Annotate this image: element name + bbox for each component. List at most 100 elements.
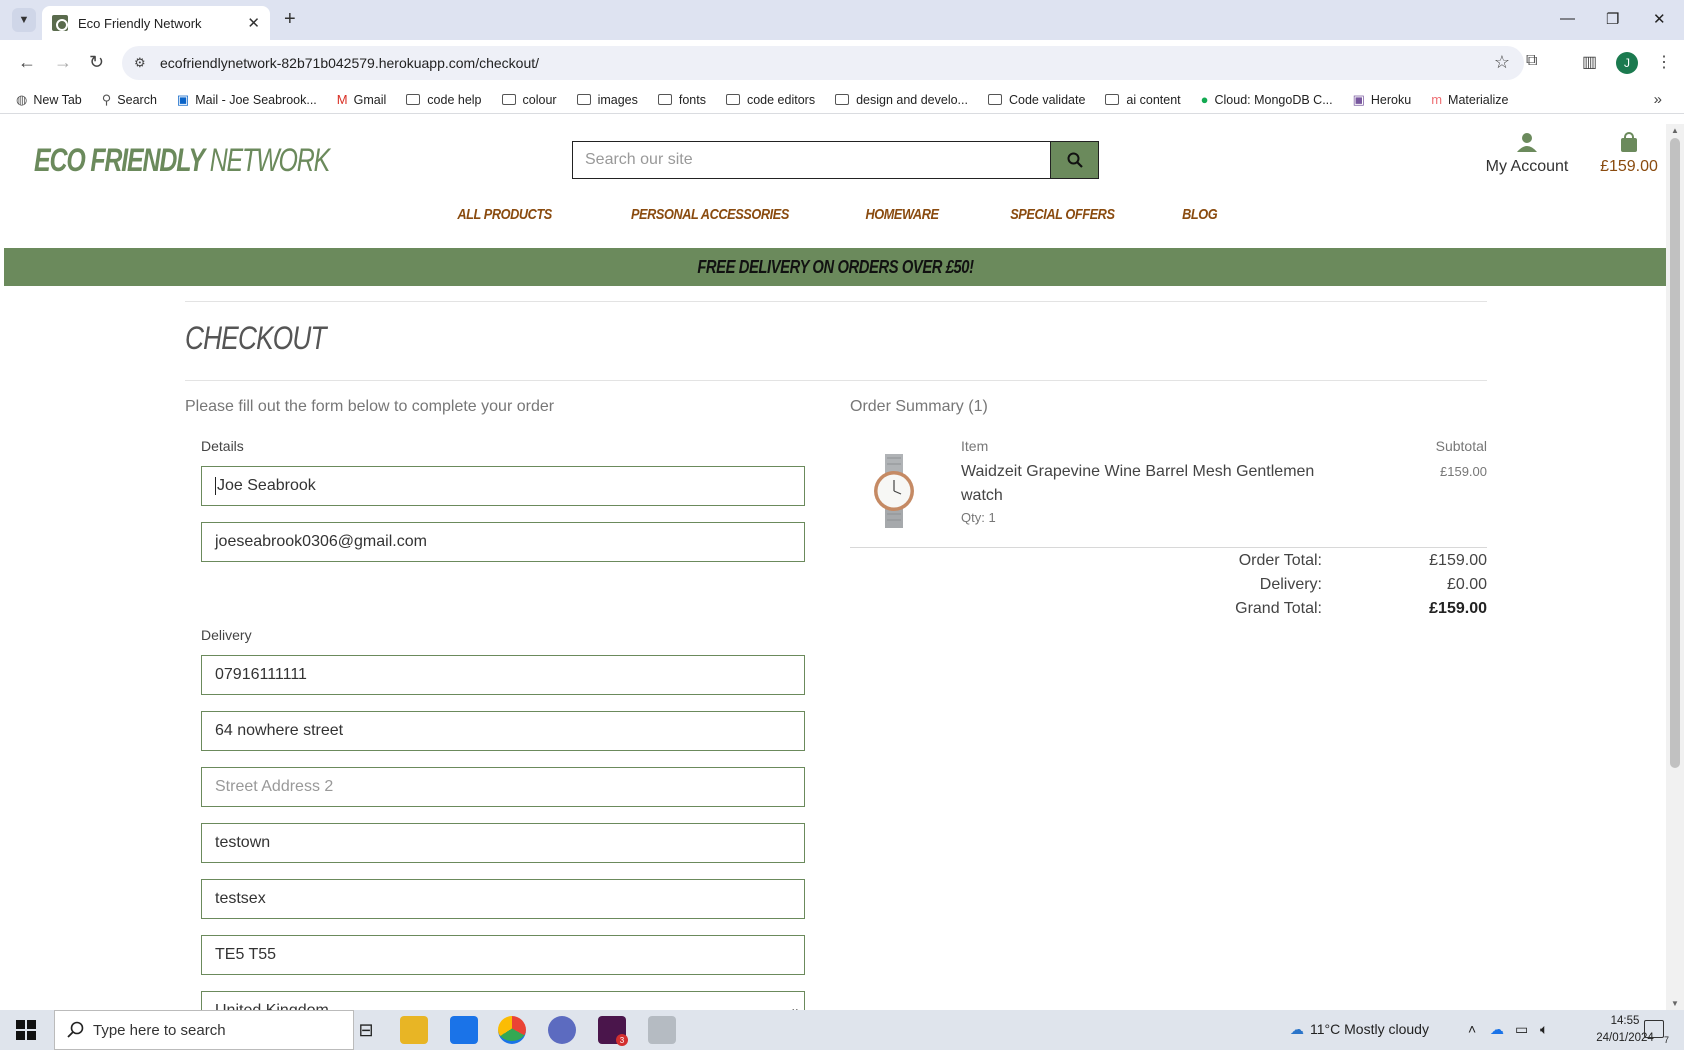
network-icon[interactable]: ▭: [1515, 1021, 1528, 1038]
item-column-header: Item: [961, 438, 989, 454]
bookmark-code-help[interactable]: code help: [406, 93, 482, 107]
bookmark-ai-content[interactable]: ai content: [1105, 93, 1181, 107]
menu-kebab-icon[interactable]: ⋮: [1656, 52, 1672, 72]
folder-icon: [1105, 94, 1120, 105]
product-image[interactable]: [864, 454, 924, 528]
taskbar-search[interactable]: Type here to search: [54, 1010, 354, 1050]
browser-tab[interactable]: Eco Friendly Network ✕: [42, 6, 270, 40]
weather-widget[interactable]: ☁ 11°C Mostly cloudy: [1290, 1021, 1429, 1038]
folder-icon: [835, 94, 850, 105]
bookmark-mongodb[interactable]: ● Cloud: MongoDB C...: [1201, 92, 1333, 107]
nav-blog[interactable]: BLOG: [1182, 206, 1218, 223]
folder-icon: [576, 94, 591, 105]
delivery-label: Delivery: [201, 627, 252, 643]
bookmark-gmail[interactable]: M Gmail: [337, 92, 387, 107]
subtotal-column-header: Subtotal: [1435, 438, 1487, 454]
main-nav: ALL PRODUCTS PERSONAL ACCESSORIES HOMEWA…: [4, 206, 1666, 223]
search-input[interactable]: [573, 142, 1050, 178]
show-hidden-icons[interactable]: ˄: [1468, 1021, 1476, 1037]
full-name-field[interactable]: Joe Seabrook: [201, 466, 805, 506]
account-label: My Account: [1485, 158, 1569, 175]
back-icon[interactable]: ←: [18, 52, 36, 73]
windows-start-icon[interactable]: [16, 1020, 36, 1040]
onedrive-icon[interactable]: ☁: [1490, 1021, 1504, 1038]
delivery-cost-value: £0.00: [1446, 576, 1487, 593]
scroll-up-icon[interactable]: ▲: [1671, 126, 1679, 135]
country-select[interactable]: United Kingdom ⌄: [201, 991, 805, 1010]
street-address-1-field[interactable]: 64 nowhere street: [201, 711, 805, 751]
email-field[interactable]: joeseabrook0306@gmail.com: [201, 522, 805, 562]
bookmark-fonts[interactable]: fonts: [657, 93, 706, 107]
close-tab-icon[interactable]: ✕: [247, 14, 260, 32]
folder-icon: [657, 94, 672, 105]
nav-personal-accessories[interactable]: PERSONAL ACCESSORIES: [631, 206, 789, 223]
tab-list-button[interactable]: ▼: [12, 8, 36, 32]
bookmark-new-tab[interactable]: ◍ New Tab: [16, 92, 82, 108]
order-total-label: Order Total:: [1238, 552, 1322, 569]
mongodb-icon: ●: [1200, 92, 1209, 107]
slack-icon[interactable]: 3: [598, 1016, 628, 1046]
bookmark-heroku[interactable]: ▣ Heroku: [1353, 92, 1412, 108]
county-field[interactable]: testsex: [201, 879, 805, 919]
profile-avatar[interactable]: J: [1616, 52, 1638, 74]
address-bar[interactable]: ⚙ ecofriendlynetwork-82b71b042579.heroku…: [122, 46, 1524, 80]
bookmark-search[interactable]: ⚲ Search: [102, 92, 157, 108]
folder-icon: [406, 94, 421, 105]
site-logo[interactable]: ECO FRIENDLY NETWORK: [34, 142, 330, 179]
restore-icon[interactable]: ❐: [1606, 10, 1619, 28]
close-window-icon[interactable]: ✕: [1653, 10, 1666, 28]
taskbar-search-placeholder: Type here to search: [93, 1021, 226, 1039]
scroll-down-icon[interactable]: ▼: [1671, 999, 1679, 1008]
postcode-field[interactable]: TE5 T55: [201, 935, 805, 975]
phone-field[interactable]: 07916111111: [201, 655, 805, 695]
chrome-icon[interactable]: [498, 1016, 526, 1044]
search-icon: ⚲: [101, 91, 112, 107]
minimize-icon[interactable]: —: [1560, 10, 1575, 27]
bookmark-materialize[interactable]: m Materialize: [1431, 92, 1508, 107]
delivery-banner: FREE DELIVERY ON ORDERS OVER £50!: [4, 248, 1666, 286]
page-scrollbar[interactable]: ▲ ▼: [1666, 124, 1684, 1010]
volume-icon[interactable]: 🔈︎: [1540, 1021, 1548, 1038]
file-explorer-icon[interactable]: [400, 1016, 428, 1044]
shopping-bag-icon: [1621, 132, 1637, 152]
task-view-icon[interactable]: ⊟: [352, 1016, 380, 1044]
notifications-icon[interactable]: 7: [1644, 1020, 1669, 1045]
scrollbar-thumb[interactable]: [1670, 138, 1680, 768]
nav-all-products[interactable]: ALL PRODUCTS: [458, 206, 553, 223]
product-subtotal: £159.00: [1440, 464, 1487, 479]
town-field[interactable]: testown: [201, 823, 805, 863]
site-info-icon[interactable]: ⚙: [134, 55, 146, 71]
nav-special-offers[interactable]: SPECIAL OFFERS: [1010, 206, 1115, 223]
reload-icon[interactable]: ↻: [89, 52, 104, 73]
street-address-2-field[interactable]: Street Address 2: [201, 767, 805, 807]
product-name: Waidzeit Grapevine Wine Barrel Mesh Gent…: [961, 463, 1315, 504]
page-title: CHECKOUT: [185, 320, 326, 356]
browser-toolbar: ← → ↻ ⚙ ecofriendlynetwork-82b71b042579.…: [0, 40, 1684, 86]
outlook-icon: ▣: [176, 91, 190, 107]
bookmark-images[interactable]: images: [576, 93, 638, 107]
bag-total: £159.00: [1600, 158, 1658, 175]
my-account-link[interactable]: My Account: [1482, 132, 1572, 176]
side-panel-icon[interactable]: ▥: [1582, 52, 1597, 72]
bookmark-star-icon[interactable]: ☆: [1494, 52, 1510, 73]
google-icon: ◍: [16, 91, 28, 107]
forward-icon[interactable]: →: [54, 52, 72, 73]
mail-icon[interactable]: [450, 1016, 478, 1044]
bookmark-colour[interactable]: colour: [501, 93, 557, 107]
nav-homeware[interactable]: HOMEWARE: [865, 206, 939, 223]
bookmark-code-editors[interactable]: code editors: [725, 93, 815, 107]
more-bookmarks-icon[interactable]: »: [1654, 91, 1662, 108]
extensions-icon[interactable]: ⧉: [1526, 52, 1537, 70]
vscode-icon[interactable]: [548, 1016, 576, 1044]
search-button[interactable]: [1050, 142, 1098, 178]
bookmark-code-validate[interactable]: Code validate: [987, 93, 1085, 107]
app-icon[interactable]: [648, 1016, 676, 1044]
slack-badge: 3: [616, 1034, 628, 1046]
new-tab-icon[interactable]: +: [284, 8, 296, 31]
divider: [185, 380, 1487, 381]
bookmark-mail[interactable]: ▣ Mail - Joe Seabrook...: [177, 92, 317, 108]
shopping-bag-link[interactable]: £159.00: [1594, 132, 1664, 176]
bookmark-design[interactable]: design and develo...: [835, 93, 968, 107]
windows-taskbar: Type here to search ⊟ 3 ☁ 11°C Mostly clo…: [0, 1010, 1684, 1050]
order-summary-title: Order Summary (1): [850, 398, 988, 415]
